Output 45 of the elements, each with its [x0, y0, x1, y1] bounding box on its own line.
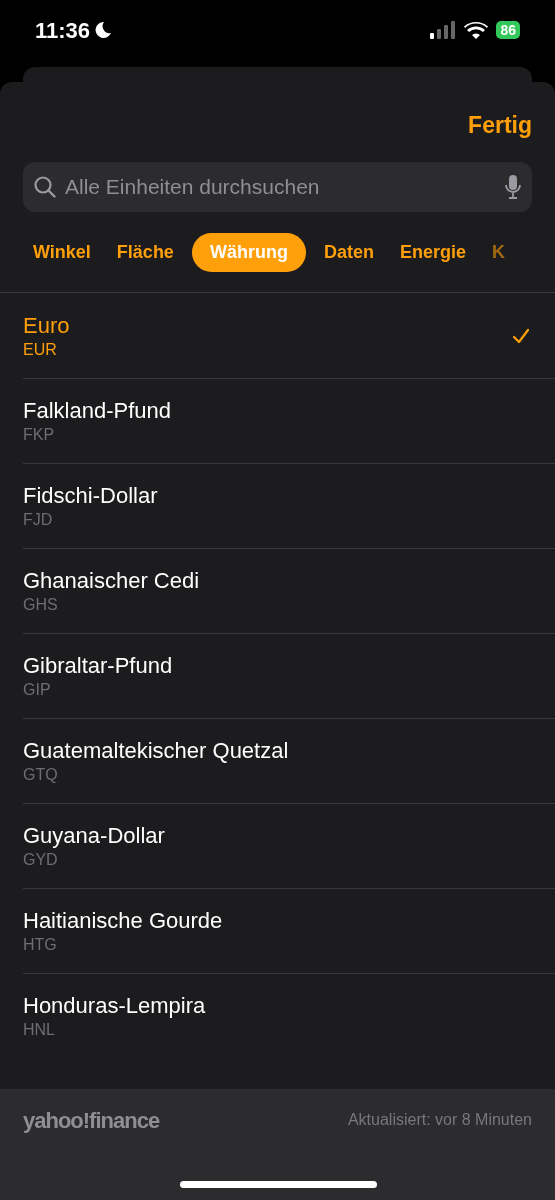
- currency-row[interactable]: Guatemaltekischer Quetzal GTQ: [23, 718, 555, 803]
- search-icon: [33, 175, 57, 199]
- currency-name: Haitianische Gourde: [23, 907, 224, 935]
- battery-level: 86: [496, 21, 520, 39]
- category-tab[interactable]: Winkel: [25, 232, 99, 272]
- currency-name: Gibraltar-Pfund: [23, 652, 174, 680]
- currency-name: Falkland-Pfund: [23, 397, 172, 425]
- currency-code: GYD: [23, 850, 59, 870]
- currency-name: Fidschi-Dollar: [23, 482, 159, 510]
- currency-code: FKP: [23, 425, 56, 445]
- currency-name: Guyana-Dollar: [23, 822, 166, 850]
- currency-code: FJD: [23, 510, 54, 530]
- currency-name: Guatemaltekischer Quetzal: [23, 737, 290, 765]
- currency-code: GHS: [23, 595, 59, 615]
- microphone-icon[interactable]: [504, 174, 522, 200]
- category-tab[interactable]: Daten: [315, 232, 382, 272]
- currency-code: GIP: [23, 680, 52, 700]
- clock-time: 11:36: [35, 16, 91, 45]
- moon-icon: [94, 21, 113, 39]
- signal-icon: [430, 21, 457, 39]
- currency-row[interactable]: Falkland-Pfund FKP: [23, 378, 555, 463]
- currency-name: Ghanaischer Cedi: [23, 567, 201, 595]
- currency-code: HNL: [23, 1020, 56, 1040]
- currency-row[interactable]: Gibraltar-Pfund GIP: [23, 633, 555, 718]
- currency-code: HTG: [23, 935, 58, 955]
- currency-row[interactable]: Fidschi-Dollar FJD: [23, 463, 555, 548]
- currency-code: GTQ: [23, 765, 59, 785]
- currency-row[interactable]: Haitianische Gourde HTG: [23, 888, 555, 973]
- currency-row[interactable]: Honduras-Lempira HNL: [23, 973, 555, 1058]
- category-tab[interactable]: Energie: [391, 232, 474, 272]
- logo: yahoo!finance: [23, 1106, 160, 1135]
- category-tab[interactable]: Fläche: [108, 232, 182, 272]
- done-button[interactable]: Fertig: [468, 108, 532, 136]
- currency-name: Euro: [23, 311, 71, 340]
- checkmark-icon: [512, 327, 530, 344]
- currency-row[interactable]: Guyana-Dollar GYD: [23, 803, 555, 888]
- update-status: Aktualisiert: vor 8 Minuten: [347, 1110, 532, 1130]
- currency-row[interactable]: Euro EUR: [0, 293, 555, 378]
- search-input[interactable]: Alle Einheiten durchsuchen: [65, 171, 496, 203]
- currency-code: EUR: [23, 339, 58, 360]
- search-field[interactable]: Alle Einheiten durchsuchen: [23, 162, 532, 212]
- currency-row[interactable]: Ghanaischer Cedi GHS: [23, 548, 555, 633]
- category-tab[interactable]: K: [483, 232, 513, 272]
- currency-name: Honduras-Lempira: [23, 992, 207, 1020]
- wifi-icon: [464, 21, 489, 39]
